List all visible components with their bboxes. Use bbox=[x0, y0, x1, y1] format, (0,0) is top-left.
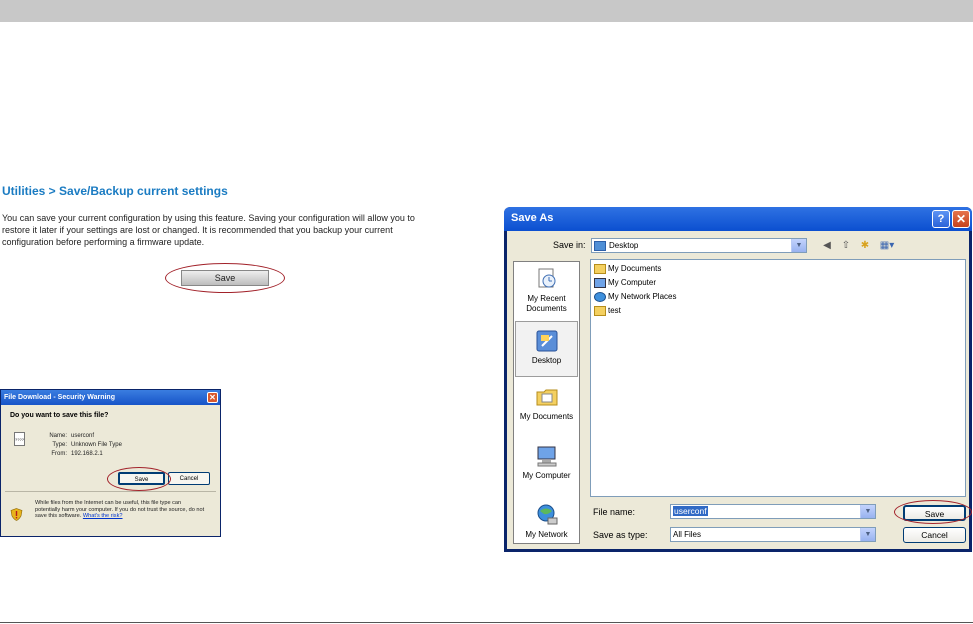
download-cancel-button[interactable]: Cancel bbox=[168, 472, 210, 485]
chevron-down-icon[interactable]: ▼ bbox=[860, 505, 875, 518]
file-name: My Computer bbox=[608, 278, 657, 288]
list-item[interactable]: My Network Places bbox=[594, 292, 676, 302]
bottom-rule bbox=[0, 622, 973, 623]
save-in-dropdown[interactable]: Desktop ▼ bbox=[591, 238, 807, 253]
my-documents-icon bbox=[536, 389, 557, 406]
place-my-documents[interactable]: My Documents bbox=[515, 384, 578, 422]
file-list[interactable]: My Documents My Computer My Network Plac… bbox=[590, 259, 966, 497]
top-banner-bar bbox=[0, 0, 973, 22]
desktop-icon bbox=[536, 330, 557, 352]
warning-line: potentially harm your computer. If you d… bbox=[35, 506, 205, 513]
save-as-type-dropdown[interactable]: All Files ▼ bbox=[670, 527, 876, 542]
detail-value: userconf bbox=[71, 433, 95, 439]
save-in-label: Save in: bbox=[553, 240, 586, 250]
up-folder-icon[interactable]: ⇧ bbox=[839, 240, 853, 252]
intro-text: You can save your current configuration … bbox=[2, 212, 442, 248]
recent-documents-icon bbox=[538, 268, 555, 288]
views-menu-icon[interactable]: ▦▾ bbox=[877, 240, 897, 252]
detail-value: Unknown File Type bbox=[71, 442, 122, 448]
detail-key: Type: bbox=[52, 442, 67, 448]
save-button[interactable]: Save bbox=[903, 505, 966, 521]
file-name: My Network Places bbox=[608, 292, 677, 302]
file-download-dialog: File Download - Security Warning ✕ Do yo… bbox=[0, 389, 221, 537]
chevron-down-icon[interactable]: ▼ bbox=[791, 239, 806, 252]
place-label: Desktop bbox=[531, 356, 562, 365]
intro-line: restore it later if your settings are lo… bbox=[2, 225, 393, 235]
place-my-recent-documents[interactable]: My Recent Documents bbox=[515, 266, 578, 314]
place-label: My Recent Documents bbox=[526, 294, 567, 313]
whats-the-risk-link[interactable]: What's the risk? bbox=[83, 513, 123, 519]
help-icon[interactable]: ? bbox=[932, 210, 950, 228]
dialog-titlebar: File Download - Security Warning ✕ bbox=[1, 390, 220, 405]
network-icon bbox=[594, 292, 606, 302]
place-desktop[interactable]: Desktop bbox=[515, 321, 578, 377]
places-bar: My Recent Documents Desktop My Documents… bbox=[513, 261, 580, 544]
dialog-titlebar: Save As ? ✕ bbox=[504, 207, 972, 231]
folder-icon bbox=[594, 264, 606, 274]
chevron-down-icon[interactable]: ▼ bbox=[860, 528, 875, 541]
folder-icon bbox=[594, 240, 606, 251]
computer-icon bbox=[594, 278, 606, 288]
file-name: test bbox=[608, 306, 621, 316]
warning-line: While files from the Internet can be use… bbox=[35, 500, 182, 506]
intro-line: You can save your current configuration … bbox=[2, 213, 415, 223]
place-my-computer[interactable]: My Computer bbox=[515, 443, 578, 481]
my-network-icon bbox=[537, 504, 557, 525]
detail-value: 192.168.2.1 bbox=[71, 451, 103, 457]
divider bbox=[5, 491, 216, 492]
place-label: My Computer bbox=[522, 471, 571, 480]
cancel-button[interactable]: Cancel bbox=[903, 527, 966, 543]
security-warning-text: While files from the Internet can be use… bbox=[35, 500, 217, 520]
file-name-field[interactable]: userconf ▼ bbox=[670, 504, 876, 519]
dialog-title: Save As bbox=[511, 212, 554, 224]
file-type-icon: ???? bbox=[14, 432, 25, 446]
file-name: My Documents bbox=[608, 264, 662, 274]
page-title: Utilities > Save/Backup current settings bbox=[2, 184, 228, 198]
list-item[interactable]: test bbox=[594, 306, 621, 316]
download-save-button[interactable]: Save bbox=[118, 472, 165, 485]
file-name-value: userconf bbox=[673, 506, 708, 516]
list-item[interactable]: My Computer bbox=[594, 278, 656, 288]
file-name-label: File name: bbox=[593, 507, 636, 517]
back-icon[interactable]: ◀ bbox=[820, 240, 834, 252]
my-computer-icon bbox=[537, 446, 556, 467]
save-settings-button[interactable]: Save bbox=[181, 270, 269, 286]
detail-key: From: bbox=[51, 451, 67, 457]
close-icon[interactable]: ✕ bbox=[952, 210, 970, 228]
file-name-dropdown[interactable]: ▼ bbox=[860, 505, 875, 518]
save-as-type-label: Save as type: bbox=[593, 530, 648, 540]
place-label: My Documents bbox=[519, 412, 574, 421]
place-label: My Network bbox=[525, 530, 568, 539]
shield-warning-icon bbox=[10, 508, 23, 521]
file-details: Name: userconf Type: Unknown File Type Fro… bbox=[47, 432, 122, 459]
dialog-title: File Download - Security Warning bbox=[4, 394, 115, 401]
warning-line: save this software. bbox=[35, 513, 82, 520]
list-item[interactable]: My Documents bbox=[594, 264, 661, 274]
new-folder-icon[interactable]: ✱ bbox=[858, 240, 872, 252]
close-icon[interactable]: ✕ bbox=[207, 392, 218, 403]
download-question: Do you want to save this file? bbox=[10, 412, 109, 419]
intro-line: configuration before performing a firmwa… bbox=[2, 237, 205, 247]
place-my-network[interactable]: My Network bbox=[515, 502, 578, 540]
save-as-type-value: All Files bbox=[673, 530, 702, 539]
save-in-value: Desktop bbox=[609, 241, 639, 250]
detail-key: Name: bbox=[49, 433, 67, 439]
folder-icon bbox=[594, 306, 606, 316]
